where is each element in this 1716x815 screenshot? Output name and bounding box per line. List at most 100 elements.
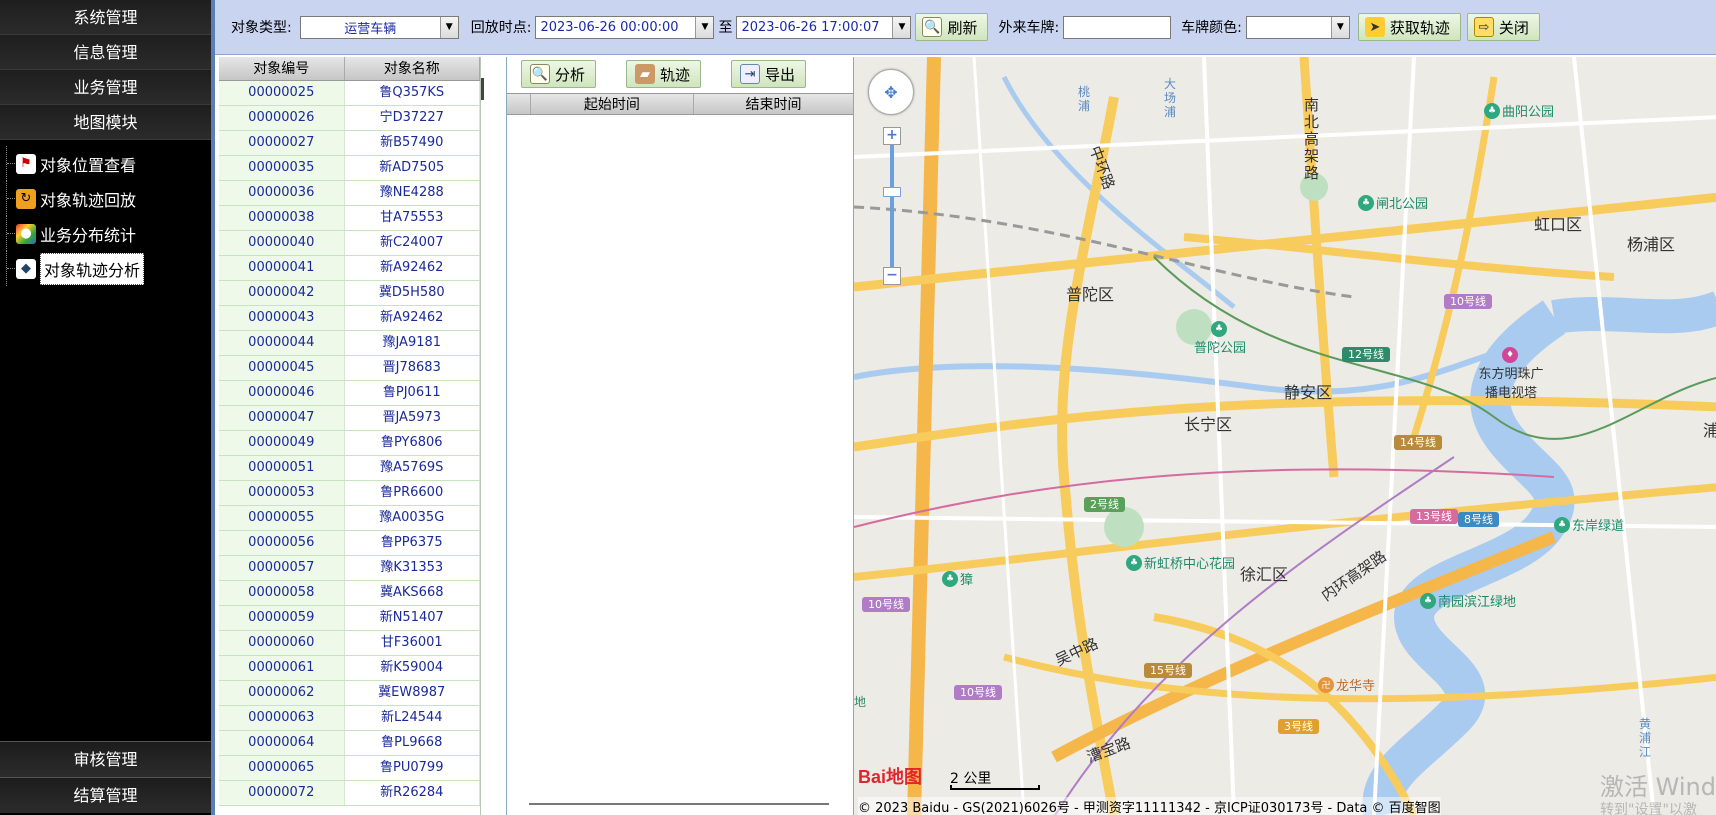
table-row[interactable]: 00000056 鲁PP6375 <box>219 531 480 556</box>
nav-item-info[interactable]: 信息管理 <box>0 35 211 70</box>
object-name-cell: 豫JA9181 <box>345 331 480 355</box>
object-id-cell: 00000027 <box>219 131 345 155</box>
zoom-slider-handle[interactable] <box>883 187 901 197</box>
table-row[interactable]: 00000041 新A92462 <box>219 256 480 281</box>
table-row[interactable]: 00000058 冀AKS668 <box>219 581 480 606</box>
district-label: 静安区 <box>1284 383 1333 402</box>
tree-item-track-analysis[interactable]: ◆ 对象轨迹分析 <box>0 251 211 286</box>
table-row[interactable]: 00000027 新B57490 <box>219 131 480 156</box>
object-name-cell: 甘A75553 <box>345 206 480 230</box>
track-button[interactable]: ▰ 轨迹 <box>626 60 702 88</box>
nav-item-system[interactable]: 系统管理 <box>0 0 211 35</box>
tree-item-distribution-stats[interactable]: ● 业务分布统计 <box>0 216 211 251</box>
close-label: 关闭 <box>1498 18 1529 37</box>
get-track-button[interactable]: ➤ 获取轨迹 <box>1357 13 1461 41</box>
table-row[interactable]: 00000063 新L24544 <box>219 706 480 731</box>
table-row[interactable]: 00000045 晋J78683 <box>219 356 480 381</box>
zoom-in-button[interactable]: + <box>883 127 901 145</box>
magnifier-icon: 🔍 <box>530 64 550 84</box>
poi-temple[interactable]: 卍龙华寺 <box>1318 675 1375 694</box>
table-row[interactable]: 00000043 新A92462 <box>219 306 480 331</box>
poi-park[interactable]: ♣ 獐 <box>942 569 973 588</box>
query-toolbar: 对象类型: 运营车辆 ▼ 回放时点: 2023-06-26 00:00:00 ▼… <box>215 0 1716 55</box>
table-row[interactable]: 00000025 鲁Q357KS <box>219 81 480 106</box>
tree-item-label: 对象位置查看 <box>40 155 137 175</box>
analyze-button[interactable]: 🔍 分析 <box>521 60 597 88</box>
table-row[interactable]: 00000059 新N51407 <box>219 606 480 631</box>
chevron-down-icon[interactable]: ▼ <box>439 16 458 38</box>
table-row[interactable]: 00000064 鲁PL9668 <box>219 731 480 756</box>
park-icon: ♣ <box>1211 321 1227 337</box>
table-row[interactable]: 00000065 鲁PU0799 <box>219 756 480 781</box>
nav-item-audit[interactable]: 审核管理 <box>0 741 211 777</box>
poi-park[interactable]: ♣ 普陀公园 <box>1194 321 1246 356</box>
table-row[interactable]: 00000047 晋JA5973 <box>219 406 480 431</box>
table-row[interactable]: 00000042 冀D5H580 <box>219 281 480 306</box>
table-row[interactable]: 00000046 鲁PJ0611 <box>219 381 480 406</box>
close-button[interactable]: ⇨ 关闭 <box>1466 13 1540 41</box>
list-scrollbar[interactable] <box>481 78 484 100</box>
horizontal-scrollbar[interactable] <box>529 803 829 805</box>
table-row[interactable]: 00000026 宁D37227 <box>219 106 480 131</box>
table-row[interactable]: 00000049 鲁PY6806 <box>219 431 480 456</box>
poi-park[interactable]: ♣ 南园滨江绿地 <box>1420 591 1516 610</box>
tree-item-position-view[interactable]: ⚑ 对象位置查看 <box>0 146 211 181</box>
object-type-label: 对象类型: <box>231 20 292 36</box>
column-header-name[interactable]: 对象名称 <box>345 57 480 80</box>
object-name-cell: 鲁PR6600 <box>345 481 480 505</box>
object-name-cell: 鲁Q357KS <box>345 81 480 105</box>
analyze-label: 分析 <box>555 65 586 84</box>
metro-line-label: 15号线 <box>1144 663 1192 678</box>
table-row[interactable]: 00000060 甘F36001 <box>219 631 480 656</box>
poi-park[interactable]: ♣ 东岸绿道 <box>1554 515 1624 534</box>
column-header-end-time[interactable]: 结束时间 <box>694 94 853 114</box>
table-row[interactable]: 00000057 豫K31353 <box>219 556 480 581</box>
flag-icon: ⚑ <box>16 153 36 174</box>
object-id-cell: 00000053 <box>219 481 345 505</box>
object-type-select[interactable]: 运营车辆 ▼ <box>299 15 459 39</box>
nav-item-settlement[interactable]: 结算管理 <box>0 777 211 813</box>
foreign-plate-input[interactable] <box>1063 15 1172 39</box>
tree-item-track-replay[interactable]: ↻ 对象轨迹回放 <box>0 181 211 216</box>
track-label: 轨迹 <box>660 65 691 84</box>
table-row[interactable]: 00000036 豫NE4288 <box>219 181 480 206</box>
table-row[interactable]: 00000040 新C24007 <box>219 231 480 256</box>
table-row[interactable]: 00000055 豫A0035G <box>219 506 480 531</box>
table-row[interactable]: 00000035 新AD7505 <box>219 156 480 181</box>
zoom-out-button[interactable]: − <box>883 267 901 285</box>
chevron-down-icon[interactable]: ▼ <box>1330 16 1349 38</box>
object-name-cell: 新A92462 <box>345 306 480 330</box>
object-id-cell: 00000046 <box>219 381 345 405</box>
table-row[interactable]: 00000062 冀EW8987 <box>219 681 480 706</box>
table-row[interactable]: 00000038 甘A75553 <box>219 206 480 231</box>
baidu-map[interactable]: ✥ + − 普陀区 静安区 长宁区 徐汇区 虹口区 杨浦区 浦 中环路 南北高架… <box>854 57 1716 815</box>
poi-park[interactable]: ♣ 新虹桥中心花园 <box>1126 553 1235 572</box>
table-row[interactable]: 00000061 新K59004 <box>219 656 480 681</box>
pan-control[interactable]: ✥ <box>868 69 914 115</box>
poi-tower[interactable]: ♦ 东方明珠广播电视塔 <box>1476 347 1546 401</box>
metro-line-label: 3号线 <box>1278 719 1319 734</box>
start-time-select[interactable]: 2023-06-26 00:00:00 ▼ <box>535 15 715 39</box>
table-row[interactable]: 00000044 豫JA9181 <box>219 331 480 356</box>
table-row[interactable]: 00000053 鲁PR6600 <box>219 481 480 506</box>
object-name-cell: 新A92462 <box>345 256 480 280</box>
nav-item-map-module[interactable]: 地图模块 <box>0 105 211 140</box>
table-row[interactable]: 00000072 新R26284 <box>219 781 480 806</box>
table-row[interactable]: 00000051 豫A5769S <box>219 456 480 481</box>
end-time-select[interactable]: 2023-06-26 17:00:07 ▼ <box>736 15 912 39</box>
object-name-cell: 新B57490 <box>345 131 480 155</box>
object-name-cell: 冀EW8987 <box>345 681 480 705</box>
column-header-id[interactable]: 对象编号 <box>219 57 345 80</box>
plate-color-select[interactable]: ▼ <box>1245 15 1350 39</box>
refresh-button[interactable]: 🔍 刷新 <box>915 13 989 41</box>
column-header-start-time[interactable]: 起始时间 <box>531 94 694 114</box>
chevron-down-icon[interactable]: ▼ <box>892 16 911 38</box>
nav-item-business[interactable]: 业务管理 <box>0 70 211 105</box>
export-button[interactable]: ⇥ 导出 <box>731 60 807 88</box>
poi-park[interactable]: ♣ 闸北公园 <box>1358 193 1428 212</box>
poi-park[interactable]: ♣ 曲阳公园 <box>1484 101 1554 120</box>
object-name-cell: 冀D5H580 <box>345 281 480 305</box>
zoom-track[interactable] <box>890 145 894 273</box>
object-id-cell: 00000026 <box>219 106 345 130</box>
chevron-down-icon[interactable]: ▼ <box>695 16 714 38</box>
